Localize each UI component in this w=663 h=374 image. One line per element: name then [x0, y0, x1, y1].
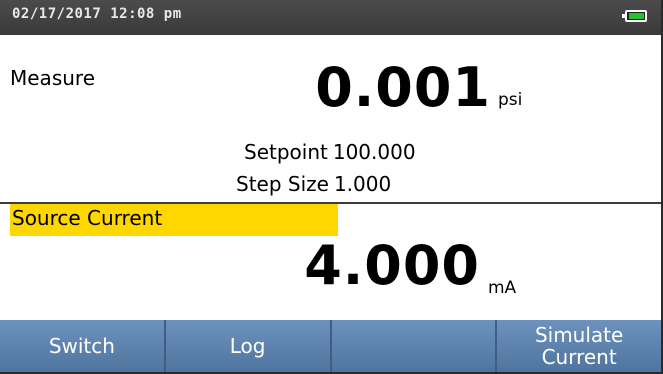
softkey-log[interactable]: Log [165, 320, 332, 372]
battery-fill [629, 13, 644, 19]
source-value: 4.000 [304, 234, 480, 297]
source-current-label[interactable]: Source Current [10, 204, 338, 236]
status-bar: 02/17/2017 12:08 pm [0, 0, 661, 35]
measure-unit: psi [498, 90, 523, 110]
source-unit: mA [488, 278, 517, 298]
softkey-bar: Switch Log Simulate Current [0, 320, 661, 372]
stepsize-value: 1.000 [333, 172, 392, 196]
softkey-simulate-current[interactable]: Simulate Current [497, 320, 661, 372]
measure-value: 0.001 [315, 56, 491, 119]
softkey-switch[interactable]: Switch [0, 320, 166, 372]
datetime: 02/17/2017 12:08 pm [12, 6, 182, 22]
measure-label: Measure [10, 66, 95, 90]
calibrator-screen: 02/17/2017 12:08 pm Measure 0.001 psi Se… [0, 0, 663, 374]
setpoint-value: 100.000 [332, 140, 416, 164]
setpoint-readout: Setpoint 100.000 [244, 140, 416, 164]
setpoint-label: Setpoint [244, 140, 328, 164]
stepsize-readout: Step Size 1.000 [236, 172, 391, 196]
stepsize-label: Step Size [236, 172, 329, 196]
battery-icon [622, 10, 647, 22]
softkey-blank[interactable] [331, 320, 498, 372]
